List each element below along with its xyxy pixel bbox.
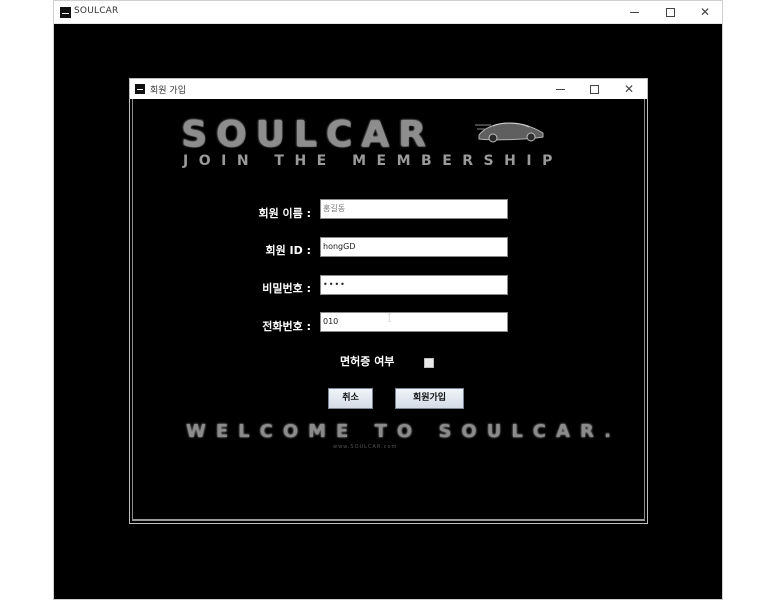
maximize-icon — [589, 85, 599, 94]
soulcar-logo: SOULCAR — [181, 114, 435, 155]
dialog-body: SOULCAR JOIN THE MEMBERSHIP 회원 이름 : 홍길동 … — [132, 99, 645, 521]
maximize-button[interactable] — [652, 1, 688, 23]
dialog-title: 회원 가입 — [150, 86, 186, 96]
dialog-close-button[interactable]: ✕ — [612, 79, 646, 99]
license-checkbox[interactable] — [424, 358, 434, 368]
signup-button[interactable]: 회원가입 — [395, 388, 464, 409]
cancel-button[interactable]: 취소 — [328, 388, 373, 409]
phone-label: 전화번호 : — [262, 320, 311, 333]
main-window-title: SOULCAR — [74, 6, 119, 16]
name-input[interactable]: 홍길동 — [320, 199, 508, 219]
text-cursor-icon: I — [387, 311, 392, 325]
minimize-button[interactable] — [616, 1, 652, 23]
password-label: 비밀번호 : — [262, 282, 311, 295]
id-label: 회원 ID : — [265, 244, 311, 257]
minimize-icon — [629, 11, 639, 13]
name-label: 회원 이름 : — [258, 207, 311, 220]
close-icon: ✕ — [699, 5, 711, 19]
phone-input[interactable]: 010 — [320, 312, 508, 332]
signup-dialog: 회원 가입 ✕ SOULCAR JOIN THE MEMBERSHIP 회원 이… — [129, 78, 648, 524]
maximize-icon — [665, 7, 675, 17]
main-titlebar: SOULCAR ✕ — [54, 1, 722, 24]
join-subtitle: JOIN THE MEMBERSHIP — [183, 153, 563, 169]
dialog-titlebar: 회원 가입 ✕ — [130, 79, 647, 99]
app-icon — [60, 7, 71, 18]
dialog-maximize-button[interactable] — [577, 79, 611, 99]
license-label: 면허증 여부 — [340, 355, 395, 368]
dialog-minimize-button[interactable] — [543, 79, 577, 99]
close-icon: ✕ — [623, 82, 635, 96]
main-window: SOULCAR ✕ 회원 가입 ✕ SOULCAR JOIN THE MEMBE… — [53, 0, 723, 600]
close-button[interactable]: ✕ — [687, 1, 723, 23]
website-url: www.SOULCAR.com — [333, 444, 398, 450]
welcome-text: WELCOME TO SOULCAR. — [186, 421, 621, 442]
dialog-app-icon — [135, 84, 145, 94]
minimize-icon — [555, 89, 565, 90]
car-logo-icon — [475, 122, 544, 143]
id-input[interactable]: hongGD — [320, 237, 508, 257]
password-input[interactable]: •••• — [320, 275, 508, 295]
